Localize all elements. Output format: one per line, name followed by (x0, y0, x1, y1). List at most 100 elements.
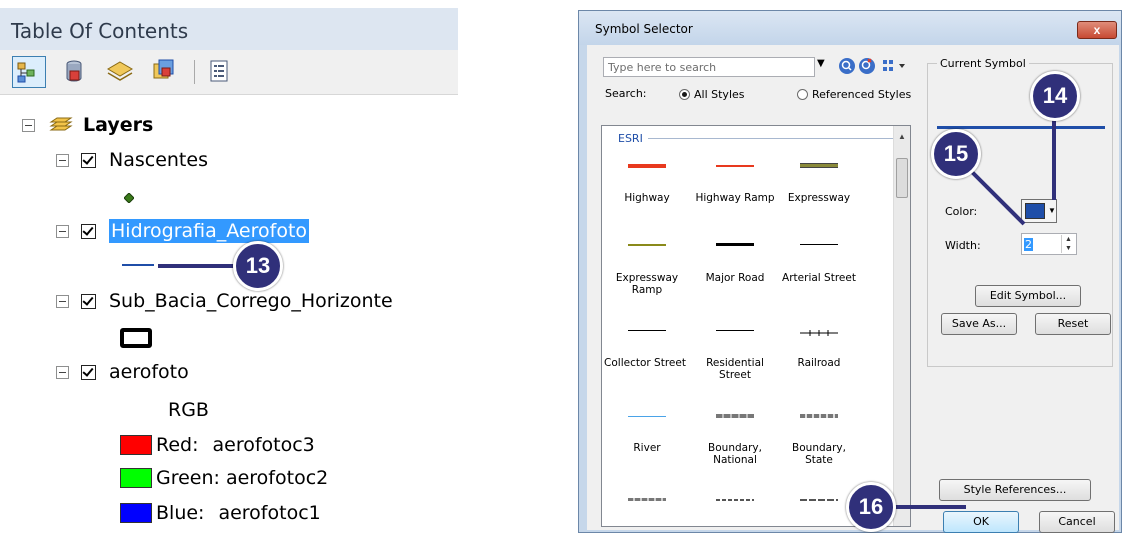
collapse-icon[interactable] (22, 118, 35, 132)
toc-toolbar (0, 50, 458, 95)
symbol-expressway-ramp[interactable]: Expressway Ramp (602, 272, 692, 296)
scroll-up-arrow-icon[interactable]: ▲ (898, 132, 906, 141)
band-label-red: Red: (156, 434, 199, 456)
layers-group-icon (47, 114, 75, 136)
reset-button[interactable]: Reset (1035, 313, 1111, 335)
symbol-highway-ramp[interactable]: Highway Ramp (690, 192, 780, 204)
green-swatch (120, 468, 152, 488)
railroad-line-sample (800, 325, 838, 343)
boundary-sample-partial (628, 498, 666, 501)
callout-13: 13 (233, 241, 283, 291)
edit-symbol-button[interactable]: Edit Symbol... (975, 285, 1081, 307)
band-value-green: aerofotoc2 (225, 467, 329, 489)
list-by-source-icon[interactable] (58, 56, 92, 88)
search-scope-label: Search: (605, 87, 647, 100)
highway-line-sample (628, 164, 666, 168)
list-by-visibility-icon[interactable] (104, 56, 138, 88)
symbol-list[interactable]: ESRI Highway Highway Ramp Expressway Exp… (601, 125, 911, 527)
symbol-expressway[interactable]: Expressway (774, 192, 864, 204)
ok-button[interactable]: OK (943, 511, 1019, 533)
save-as-button[interactable]: Save As... (941, 313, 1017, 335)
symbol-river[interactable]: River (602, 442, 692, 454)
tree-row-nascentes: Nascentes (56, 145, 208, 175)
layer-name-hidrografia-selected[interactable]: Hidrografia_Aerofoto (109, 219, 310, 243)
layer-visibility-checkbox[interactable] (81, 293, 96, 309)
boundary-sample-partial (716, 499, 754, 501)
band-row-red: Red: aerofotoc3 (120, 430, 315, 460)
band-value-blue: aerofotoc1 (218, 502, 321, 524)
style-references-button[interactable]: Style References... (939, 479, 1091, 501)
width-label: Width: (945, 239, 981, 252)
symbol-arterial-street[interactable]: Arterial Street (774, 272, 864, 284)
layer-visibility-checkbox[interactable] (81, 152, 96, 168)
boundary-sample-partial (800, 499, 838, 501)
tree-row-aerofoto: aerofoto (56, 357, 189, 387)
symbol-residential-street[interactable]: Residential Street (690, 357, 780, 381)
referenced-styles-label[interactable]: Referenced Styles (812, 88, 911, 101)
search-dropdown-arrow-icon[interactable]: ▼ (817, 58, 825, 69)
red-swatch (120, 435, 152, 455)
symbol-major-road[interactable]: Major Road (690, 272, 780, 284)
toolbar-separator (194, 60, 195, 84)
point-symbol-icon (123, 186, 135, 208)
width-field[interactable]: 2 ▲ ▼ (1021, 233, 1077, 255)
collapse-icon[interactable] (56, 224, 69, 238)
list-by-selection-icon[interactable] (148, 56, 182, 88)
tree-row-hidrografia: Hidrografia_Aerofoto (56, 216, 310, 246)
major-road-line-sample (716, 243, 754, 246)
cancel-button[interactable]: Cancel (1039, 511, 1115, 533)
search-input[interactable]: Type here to search (603, 57, 815, 77)
collapse-icon[interactable] (56, 153, 69, 167)
chevron-down-icon: ▼ (1048, 206, 1056, 215)
view-options-icon[interactable] (882, 58, 910, 79)
width-value: 2 (1024, 238, 1033, 251)
residential-street-line-sample (716, 330, 754, 331)
referenced-styles-radio[interactable] (797, 89, 808, 100)
layer-visibility-checkbox[interactable] (81, 223, 96, 239)
toc-title: Table Of Contents (0, 8, 458, 50)
collapse-icon[interactable] (56, 294, 69, 308)
band-label-blue: Blue: (156, 502, 205, 524)
layer-visibility-checkbox[interactable] (81, 364, 96, 380)
band-value-red: aerofotoc3 (212, 434, 315, 456)
river-line-sample (628, 416, 666, 417)
scrollbar-thumb[interactable] (896, 158, 908, 198)
symbol-collector-street[interactable]: Collector Street (602, 357, 690, 369)
symbol-railroad[interactable]: Railroad (774, 357, 864, 369)
layer-name-nascentes[interactable]: Nascentes (109, 149, 208, 171)
symbol-boundary-national[interactable]: Boundary, National (690, 442, 780, 466)
expressway-ramp-line-sample (628, 244, 666, 246)
search-icon[interactable] (839, 58, 855, 74)
close-button[interactable]: x (1077, 21, 1117, 39)
band-label-green: Green: (156, 467, 220, 489)
dialog-title: Symbol Selector (579, 11, 1121, 45)
boundary-state-line-sample (800, 414, 838, 418)
expressway-line-sample (800, 163, 838, 168)
callout-15: 15 (931, 129, 981, 179)
options-icon[interactable] (203, 56, 237, 88)
blue-swatch (120, 503, 152, 523)
all-styles-label[interactable]: All Styles (694, 88, 745, 101)
collector-street-line-sample (628, 330, 666, 331)
symbol-list-scrollbar[interactable]: ▲ (893, 126, 910, 526)
callout-13-pointer (158, 264, 238, 268)
style-group-label: ESRI (618, 132, 643, 145)
symbol-highway[interactable]: Highway (602, 192, 692, 204)
group-divider (648, 138, 900, 139)
clear-search-icon[interactable] (859, 58, 875, 74)
all-styles-radio[interactable] (679, 89, 690, 100)
tree-row-layers: Layers (22, 110, 153, 140)
polygon-symbol-icon (120, 328, 152, 348)
callout-14: 14 (1030, 71, 1080, 121)
layer-name-aerofoto[interactable]: aerofoto (109, 361, 189, 383)
callout-16: 16 (846, 482, 896, 532)
highway-ramp-line-sample (716, 165, 754, 167)
width-spinner-icon[interactable]: ▲ ▼ (1061, 235, 1075, 253)
symbol-boundary-state[interactable]: Boundary, State (774, 442, 864, 466)
line-symbol-icon (122, 264, 154, 266)
layer-name-sub-bacia[interactable]: Sub_Bacia_Corrego_Horizonte (109, 290, 393, 312)
collapse-icon[interactable] (56, 365, 69, 379)
rgb-label-row: RGB (168, 395, 209, 425)
list-by-drawing-order-icon[interactable] (12, 56, 46, 88)
current-symbol-preview (937, 126, 1105, 129)
